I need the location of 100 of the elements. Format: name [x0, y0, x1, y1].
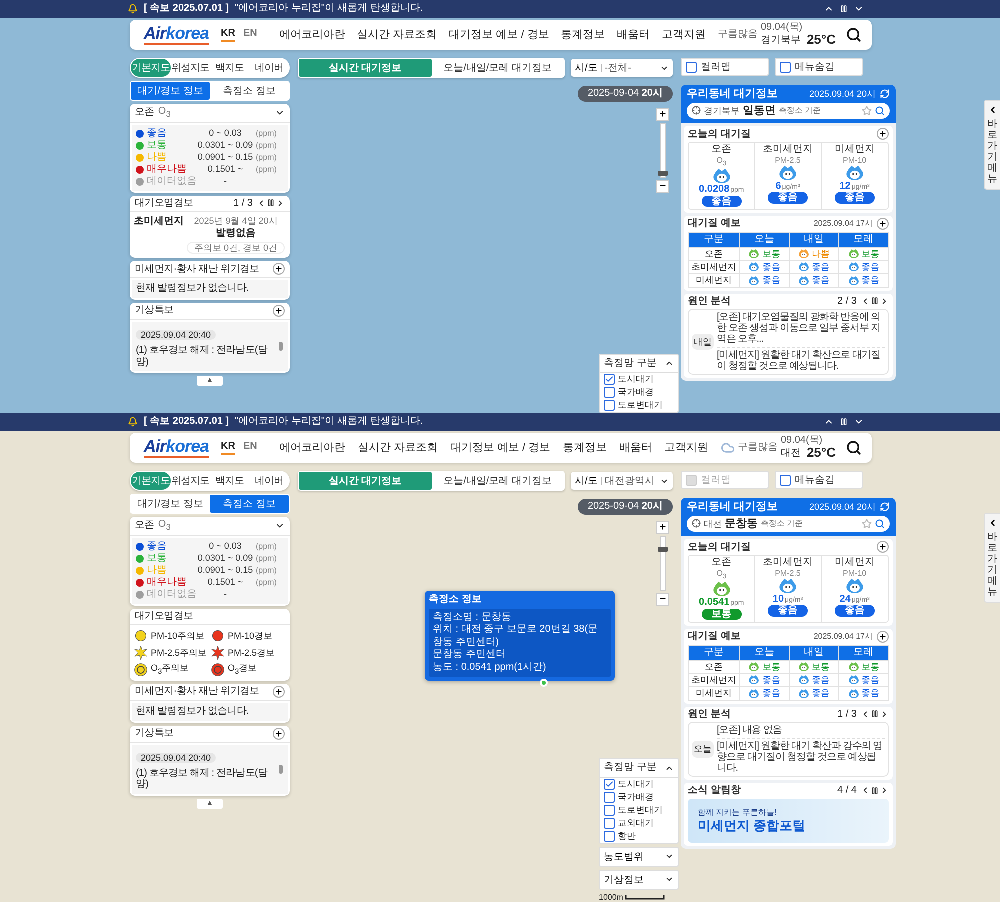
checkbox[interactable]	[604, 387, 615, 398]
expand-button[interactable]	[877, 631, 889, 644]
map-type-tab[interactable]: 네이버	[250, 472, 289, 490]
logo[interactable]: Airkorea	[144, 25, 209, 45]
next-icon[interactable]	[276, 198, 285, 208]
zoom-handle[interactable]	[658, 546, 668, 552]
next-icon[interactable]	[880, 710, 889, 719]
expand-button[interactable]	[273, 304, 285, 317]
zoom-out-button[interactable]	[656, 592, 669, 606]
map-type-tab[interactable]: 위성지도	[170, 59, 210, 77]
checkbox[interactable]	[604, 804, 615, 816]
nav-link[interactable]: 실시간 자료조회	[358, 442, 438, 454]
star-icon[interactable]	[862, 106, 872, 116]
expand-button[interactable]	[877, 218, 889, 230]
nav-link[interactable]: 실시간 자료조회	[357, 28, 438, 42]
expand-button[interactable]	[877, 128, 889, 140]
station-search-field[interactable]: 경기북부 일동면 측정소 기준	[687, 102, 890, 120]
zoom-in-button[interactable]	[656, 108, 669, 120]
refresh-icon[interactable]	[880, 502, 890, 512]
search-icon[interactable]	[846, 27, 862, 43]
nav-link[interactable]: 대기정보 예보 / 경보	[449, 28, 550, 42]
pause-icon[interactable]	[840, 5, 848, 13]
level-label: 데이터없음	[147, 588, 195, 600]
checkbox[interactable]	[604, 778, 615, 790]
language-tab[interactable]: KR	[221, 28, 236, 42]
checkbox[interactable]	[604, 374, 615, 385]
language-tab[interactable]: KR	[221, 441, 236, 455]
location-icon[interactable]	[692, 106, 701, 116]
nav-link[interactable]: 배움터	[619, 442, 652, 454]
nav-link[interactable]: 배움터	[617, 28, 650, 42]
card-title: 대기오염경보	[135, 198, 194, 210]
next-icon[interactable]	[880, 296, 889, 306]
previous-icon[interactable]	[257, 198, 266, 208]
checkbox[interactable]	[604, 818, 615, 829]
refresh-icon[interactable]	[880, 89, 890, 100]
location-icon[interactable]	[692, 519, 701, 528]
menu-hide-toggle[interactable]: 메뉴숨김	[775, 58, 863, 76]
bell-icon	[128, 417, 138, 427]
pause-icon[interactable]	[871, 297, 879, 306]
zoom-out-button[interactable]	[656, 180, 669, 192]
search-icon[interactable]	[846, 440, 862, 456]
dropdown-button[interactable]: 농도범위	[599, 846, 679, 867]
region-select[interactable]: 시/도 -전체-	[571, 59, 673, 77]
star-icon[interactable]	[862, 518, 872, 529]
nav-link[interactable]: 에어코리아란	[279, 28, 346, 42]
nav-link[interactable]: 통계정보	[561, 28, 606, 42]
map-type-tab[interactable]: 네이버	[250, 59, 289, 77]
checkbox[interactable]	[780, 62, 791, 72]
map-type-tab[interactable]: 위성지도	[170, 472, 210, 490]
alert-level-label: O$_{3}$주의보	[151, 663, 190, 677]
region-select[interactable]: 시/도 대전광역시	[571, 472, 673, 490]
nav-link[interactable]: 고객지원	[662, 28, 706, 42]
language-tab[interactable]: EN	[243, 441, 258, 455]
checkbox[interactable]	[780, 474, 791, 486]
previous-icon[interactable]	[861, 296, 870, 306]
mode-tab[interactable]: 오늘/내일/모레 대기정보	[432, 59, 564, 77]
info-tab[interactable]: 측정소 정보	[210, 495, 289, 513]
expand-button[interactable]	[273, 263, 285, 276]
info-tab[interactable]: 대기/경보 정보	[131, 495, 210, 513]
pause-icon[interactable]	[871, 786, 879, 795]
previous-icon[interactable]	[861, 786, 870, 796]
color-map-toggle[interactable]: 컬러맵	[681, 58, 769, 76]
checkbox[interactable]	[604, 830, 615, 842]
dropdown-button[interactable]: 기상정보	[599, 870, 679, 890]
pause-icon[interactable]	[267, 199, 275, 208]
pause-icon[interactable]	[840, 418, 848, 426]
mode-tab[interactable]: 오늘/내일/모레 대기정보	[432, 472, 564, 490]
section-title: 대기질 예보	[688, 631, 742, 643]
previous-icon[interactable]	[861, 710, 870, 719]
language-tab[interactable]: EN	[243, 28, 258, 42]
popup-line: 위치 : 대전 중구 보문로 20번길 38(문창동 주민센터)	[433, 624, 600, 649]
map-type-tab[interactable]: 백지도	[210, 472, 250, 490]
logo[interactable]: Airkorea	[144, 438, 209, 458]
info-tab[interactable]: 대기/경보 정보	[131, 82, 210, 100]
nav-link[interactable]: 고객지원	[664, 442, 709, 454]
card-title: 미세먼지·황사 재난 위기경보	[135, 686, 260, 698]
pollutant-name: 초미세먼지	[762, 557, 813, 569]
scroll-thumb[interactable]	[279, 342, 283, 351]
checkbox[interactable]	[604, 792, 615, 803]
map-type-tab[interactable]: 백지도	[210, 59, 250, 77]
next-icon[interactable]	[880, 786, 889, 796]
zoom-handle[interactable]	[658, 171, 668, 176]
info-tab[interactable]: 측정소 정보	[210, 82, 289, 100]
pause-icon[interactable]	[871, 710, 879, 718]
station-search-field[interactable]: 대전 문창동 측정소 기준	[687, 516, 890, 532]
checkbox[interactable]	[686, 62, 697, 72]
checkbox[interactable]	[604, 400, 615, 411]
nav-link[interactable]: 대기정보 예보 / 경보	[450, 442, 551, 454]
level-range: -	[223, 176, 228, 187]
alert-level-label: PM-10경보	[228, 630, 273, 642]
pollutant-title: 오존	[135, 520, 154, 532]
nav-link[interactable]: 통계정보	[562, 442, 607, 454]
expand-button[interactable]	[273, 728, 285, 740]
expand-button[interactable]	[273, 686, 285, 698]
table-header-cell: 구분	[689, 233, 739, 247]
menu-hide-toggle[interactable]: 메뉴숨김	[775, 471, 863, 489]
zoom-in-button[interactable]	[656, 520, 669, 534]
nav-link[interactable]: 에어코리아란	[280, 442, 346, 454]
scroll-thumb[interactable]	[279, 764, 283, 774]
expand-button[interactable]	[877, 541, 889, 554]
